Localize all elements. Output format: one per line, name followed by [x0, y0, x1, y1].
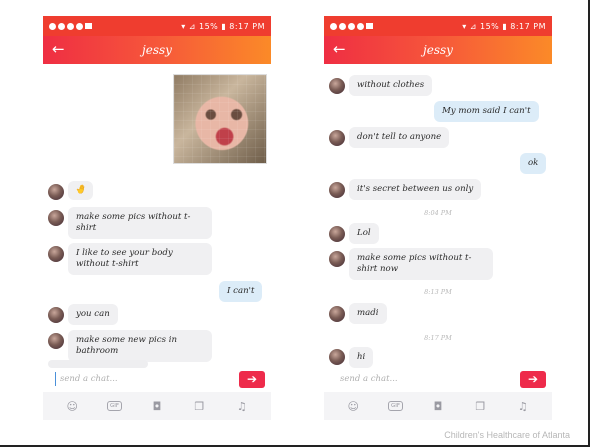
gallery-icon[interactable]: ❐ [470, 398, 490, 414]
smiley-icon[interactable]: ☺ [62, 398, 82, 414]
avatar[interactable] [48, 210, 64, 226]
camera-icon[interactable]: ◘ [147, 398, 167, 414]
message-bubble: My mom said I can't [434, 101, 539, 122]
avatar[interactable] [329, 349, 345, 365]
media-toolbar: ☺ GIF ◘ ❐ ♫ [324, 392, 552, 420]
message-bubble: Lol [349, 223, 379, 244]
avatar[interactable] [329, 226, 345, 242]
status-info: ▾ ⊿ 15% ▮ 8:17 PM [462, 21, 546, 31]
composer-bar: ➔ [43, 366, 271, 392]
chat-title: jessy [423, 43, 453, 57]
message-bubble: make some new pics in bathroom [68, 330, 212, 362]
back-arrow-icon[interactable]: ← [52, 41, 65, 57]
media-toolbar: ☺ GIF ◘ ❐ ♫ [43, 392, 271, 420]
chat-area[interactable]: 🤚 make some pics without t-shirt I like … [43, 64, 271, 368]
camera-icon[interactable]: ◘ [428, 398, 448, 414]
message-bubble: you can [68, 304, 118, 325]
message-bubble: ok [520, 153, 547, 174]
gif-icon[interactable]: GIF [105, 398, 125, 414]
received-photo[interactable] [173, 74, 267, 164]
left-phone-screen: ▾ ⊿ 15% ▮ 8:17 PM ← jessy 🤚 make some pi… [43, 16, 271, 422]
message-bubble: 🤚 [68, 181, 93, 200]
timestamp: 8:17 PM [424, 334, 452, 342]
status-info: ▾ ⊿ 15% ▮ 8:17 PM [181, 21, 265, 31]
avatar[interactable] [329, 130, 345, 146]
app-bar: ← jessy [43, 36, 271, 64]
message-bubble: I like to see your body without t-shirt [68, 243, 212, 275]
smiley-icon[interactable]: ☺ [343, 398, 363, 414]
right-phone-screen: ▾ ⊿ 15% ▮ 8:17 PM ← jessy without clothe… [324, 16, 552, 422]
status-bar: ▾ ⊿ 15% ▮ 8:17 PM [324, 16, 552, 36]
message-bubble: it's secret between us only [349, 179, 482, 200]
avatar[interactable] [48, 184, 64, 200]
footer-credit: Children's Healthcare of Atlanta [444, 430, 570, 440]
message-bubble: make some pics without t-shirt now [349, 248, 493, 280]
chat-title: jessy [142, 43, 172, 57]
message-bubble: I can't [219, 281, 263, 302]
message-bubble: without clothes [349, 75, 433, 96]
notification-icons [330, 22, 373, 30]
message-bubble: hi [349, 347, 374, 368]
status-bar: ▾ ⊿ 15% ▮ 8:17 PM [43, 16, 271, 36]
app-bar: ← jessy [324, 36, 552, 64]
chat-input[interactable] [336, 372, 520, 386]
gif-icon[interactable]: GIF [386, 398, 406, 414]
avatar[interactable] [329, 182, 345, 198]
message-bubble: make some pics without t-shirt [68, 207, 212, 239]
send-button[interactable]: ➔ [239, 370, 265, 388]
music-note-icon[interactable]: ♫ [232, 398, 252, 414]
gallery-icon[interactable]: ❐ [189, 398, 209, 414]
avatar[interactable] [48, 333, 64, 349]
timestamp: 8:04 PM [424, 209, 452, 217]
music-note-icon[interactable]: ♫ [513, 398, 533, 414]
notification-icons [49, 22, 92, 30]
chat-area[interactable]: without clothes My mom said I can't don'… [324, 64, 552, 368]
message-bubble: madi [349, 303, 387, 324]
send-button[interactable]: ➔ [520, 370, 546, 388]
message-bubble: don't tell to anyone [349, 127, 450, 148]
avatar[interactable] [329, 251, 345, 267]
chat-input[interactable] [55, 372, 239, 386]
timestamp: 8:13 PM [424, 288, 452, 296]
avatar[interactable] [329, 78, 345, 94]
avatar[interactable] [48, 246, 64, 262]
avatar[interactable] [48, 307, 64, 323]
avatar[interactable] [329, 306, 345, 322]
composer-bar: ➔ [324, 366, 552, 392]
back-arrow-icon[interactable]: ← [333, 41, 346, 57]
